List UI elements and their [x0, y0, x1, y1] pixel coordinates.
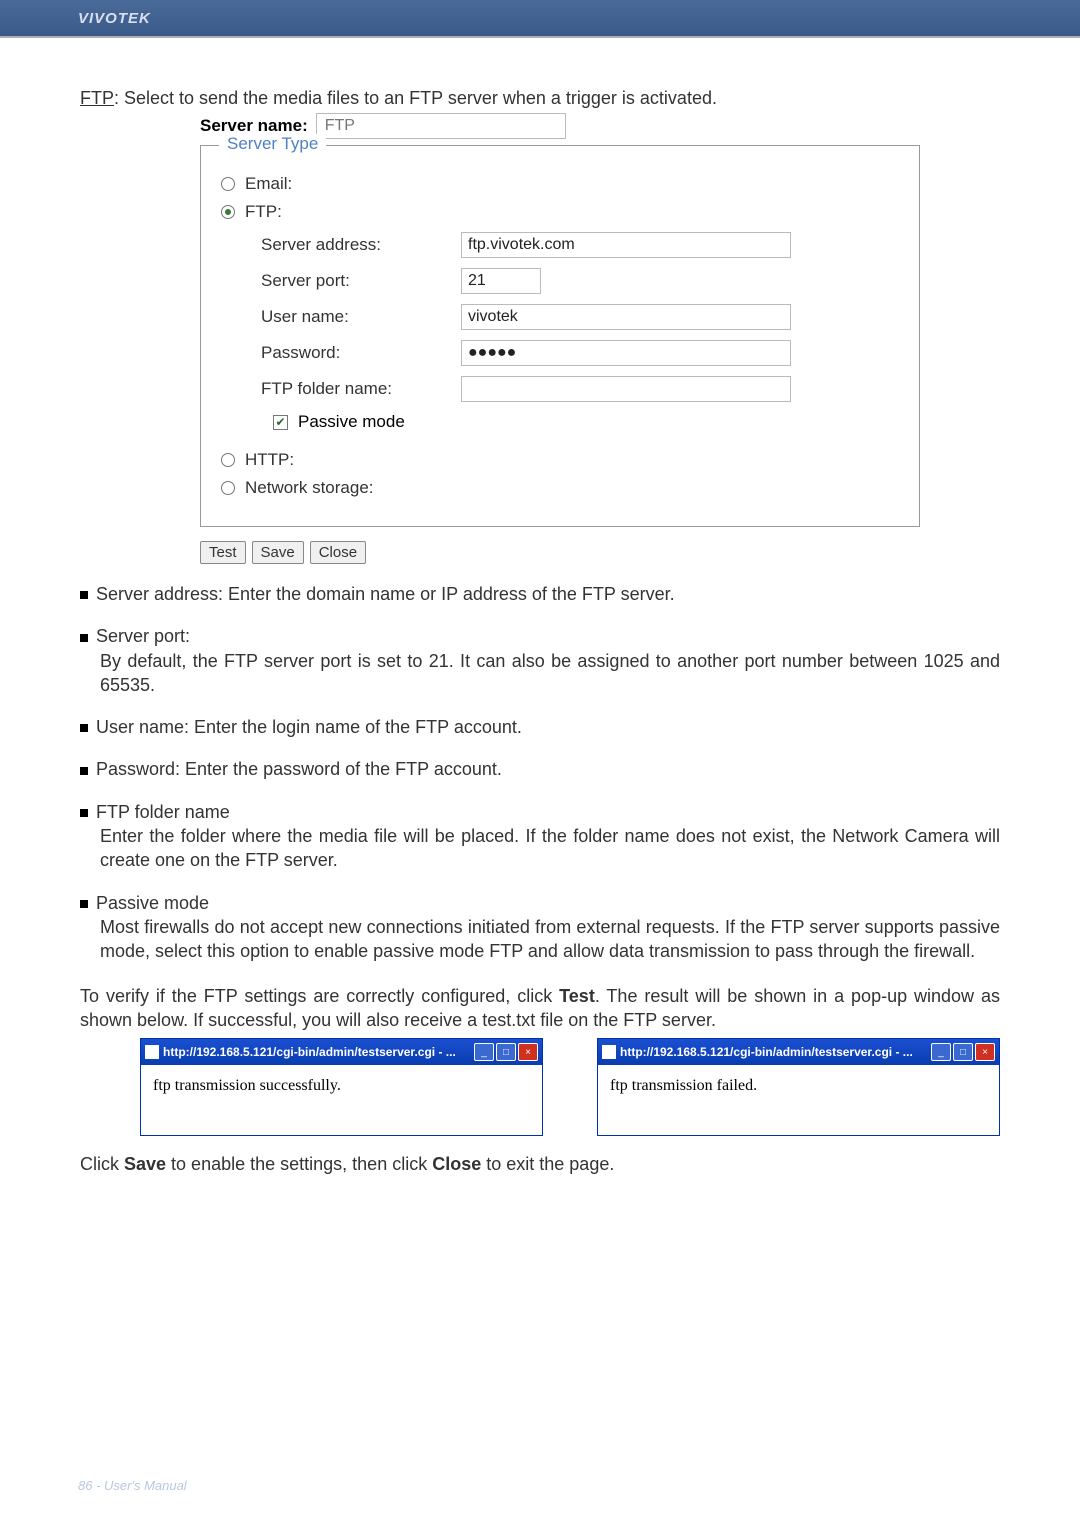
desc-ftp-folder-title: FTP folder name: [96, 802, 230, 822]
popup-fail-body: ftp transmission failed.: [598, 1065, 999, 1135]
button-row: Test Save Close: [200, 541, 1000, 564]
page-content: FTP: Select to send the media files to a…: [0, 38, 1080, 1176]
minimize-icon[interactable]: _: [474, 1043, 494, 1061]
ie-icon: [145, 1045, 159, 1059]
close-icon[interactable]: ×: [518, 1043, 538, 1061]
server-address-input[interactable]: [461, 232, 791, 258]
radio-ftp-label: FTP:: [245, 202, 282, 222]
server-port-input[interactable]: [461, 268, 541, 294]
popup-title: http://192.168.5.121/cgi-bin/admin/tests…: [602, 1045, 913, 1059]
server-address-row: Server address:: [261, 232, 899, 258]
bullet-icon: [80, 900, 88, 908]
ftp-underline-label: FTP: [80, 88, 114, 108]
radio-email-label: Email:: [245, 174, 292, 194]
server-port-label: Server port:: [261, 271, 461, 291]
final-post: to exit the page.: [481, 1154, 614, 1174]
bullet-icon: [80, 591, 88, 599]
bullet-icon: [80, 634, 88, 642]
page-header: VIVOTEK: [0, 0, 1080, 38]
server-name-input[interactable]: [316, 113, 566, 139]
bullet-icon: [80, 809, 88, 817]
radio-http[interactable]: HTTP:: [221, 450, 899, 470]
footer-label: - User's Manual: [92, 1478, 186, 1493]
user-name-input[interactable]: [461, 304, 791, 330]
desc-password: Password: Enter the password of the FTP …: [80, 757, 1000, 781]
final-pre: Click: [80, 1154, 124, 1174]
ftp-fields-group: Server address: Server port: User name: …: [261, 232, 899, 432]
close-icon[interactable]: ×: [975, 1043, 995, 1061]
page-footer: 86 - User's Manual: [78, 1478, 187, 1493]
password-label: Password:: [261, 343, 461, 363]
window-controls: _ □ ×: [931, 1043, 995, 1061]
desc-password-text: Password: Enter the password of the FTP …: [96, 759, 502, 779]
final-save: Save: [124, 1154, 166, 1174]
popup-title-text: http://192.168.5.121/cgi-bin/admin/tests…: [620, 1045, 913, 1059]
passive-mode-label: Passive mode: [298, 412, 405, 432]
desc-server-port-title: Server port:: [96, 626, 190, 646]
desc-server-address-text: Server address: Enter the domain name or…: [96, 584, 675, 604]
maximize-icon[interactable]: □: [953, 1043, 973, 1061]
radio-icon: [221, 453, 235, 467]
desc-server-address: Server address: Enter the domain name or…: [80, 582, 1000, 606]
desc-server-port-body: By default, the FTP server port is set t…: [100, 649, 1000, 698]
popup-row: http://192.168.5.121/cgi-bin/admin/tests…: [140, 1038, 1000, 1136]
fieldset-legend: Server Type: [219, 134, 326, 154]
popup-success-body: ftp transmission successfully.: [141, 1065, 542, 1135]
desc-user-name-text: User name: Enter the login name of the F…: [96, 717, 522, 737]
radio-http-label: HTTP:: [245, 450, 294, 470]
radio-icon: [221, 177, 235, 191]
close-button[interactable]: Close: [310, 541, 366, 564]
checkbox-icon: ✔: [273, 415, 288, 430]
desc-user-name: User name: Enter the login name of the F…: [80, 715, 1000, 739]
radio-network-storage-label: Network storage:: [245, 478, 374, 498]
bullet-icon: [80, 724, 88, 732]
brand-text: VIVOTEK: [78, 10, 151, 27]
radio-icon-selected: [221, 205, 235, 219]
desc-ftp-folder-body: Enter the folder where the media file wi…: [100, 824, 1000, 873]
desc-passive-body: Most firewalls do not accept new connect…: [100, 915, 1000, 964]
server-type-fieldset: Server Type Email: FTP: Server address: …: [200, 145, 920, 527]
verify-bold: Test: [559, 986, 595, 1006]
passive-mode-row[interactable]: ✔ Passive mode: [273, 412, 899, 432]
popup-title-text: http://192.168.5.121/cgi-bin/admin/tests…: [163, 1045, 456, 1059]
final-text: Click Save to enable the settings, then …: [80, 1152, 1000, 1176]
radio-icon: [221, 481, 235, 495]
final-close: Close: [432, 1154, 481, 1174]
intro-text: : Select to send the media files to an F…: [114, 88, 717, 108]
test-button[interactable]: Test: [200, 541, 246, 564]
page-number: 86: [78, 1478, 92, 1493]
popup-titlebar: http://192.168.5.121/cgi-bin/admin/tests…: [598, 1039, 999, 1065]
minimize-icon[interactable]: _: [931, 1043, 951, 1061]
bullet-icon: [80, 767, 88, 775]
verify-text: To verify if the FTP settings are correc…: [80, 984, 1000, 1033]
desc-ftp-folder: FTP folder name Enter the folder where t…: [80, 800, 1000, 873]
ftp-folder-input[interactable]: [461, 376, 791, 402]
popup-success: http://192.168.5.121/cgi-bin/admin/tests…: [140, 1038, 543, 1136]
popup-title: http://192.168.5.121/cgi-bin/admin/tests…: [145, 1045, 456, 1059]
user-name-label: User name:: [261, 307, 461, 327]
server-port-row: Server port:: [261, 268, 899, 294]
radio-network-storage[interactable]: Network storage:: [221, 478, 899, 498]
maximize-icon[interactable]: □: [496, 1043, 516, 1061]
save-button[interactable]: Save: [252, 541, 304, 564]
server-name-label: Server name:: [200, 116, 308, 136]
server-address-label: Server address:: [261, 235, 461, 255]
popup-fail: http://192.168.5.121/cgi-bin/admin/tests…: [597, 1038, 1000, 1136]
ftp-folder-label: FTP folder name:: [261, 379, 461, 399]
password-row: Password:: [261, 340, 899, 366]
intro-line: FTP: Select to send the media files to a…: [80, 88, 1000, 109]
window-controls: _ □ ×: [474, 1043, 538, 1061]
desc-passive-title: Passive mode: [96, 893, 209, 913]
desc-server-port: Server port: By default, the FTP server …: [80, 624, 1000, 697]
password-input[interactable]: [461, 340, 791, 366]
ftp-folder-row: FTP folder name:: [261, 376, 899, 402]
final-mid: to enable the settings, then click: [166, 1154, 432, 1174]
verify-pre: To verify if the FTP settings are correc…: [80, 986, 559, 1006]
user-name-row: User name:: [261, 304, 899, 330]
popup-titlebar: http://192.168.5.121/cgi-bin/admin/tests…: [141, 1039, 542, 1065]
ie-icon: [602, 1045, 616, 1059]
radio-ftp[interactable]: FTP:: [221, 202, 899, 222]
desc-passive: Passive mode Most firewalls do not accep…: [80, 891, 1000, 964]
radio-email[interactable]: Email:: [221, 174, 899, 194]
